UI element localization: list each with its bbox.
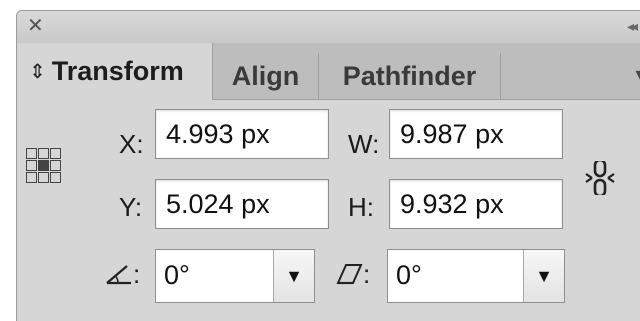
tab-expand-icon: ⇕ — [29, 60, 46, 83]
ref-point-bc[interactable] — [38, 172, 49, 183]
ref-point-br[interactable] — [50, 172, 61, 183]
rotate-dropdown[interactable]: 0° ▼ — [155, 249, 315, 303]
panel-titlebar: ✕ ◂◂ — [17, 11, 640, 44]
y-label: Y: — [119, 192, 143, 222]
tab-transform[interactable]: ⇕ Transform — [17, 43, 213, 100]
tab-align-label: Align — [231, 60, 300, 91]
ref-point-tc[interactable] — [38, 148, 49, 159]
reference-point-icon[interactable] — [26, 148, 84, 206]
x-field[interactable]: 4.993 px — [155, 109, 329, 159]
close-icon[interactable]: ✕ — [27, 15, 44, 37]
shear-angle-icon — [336, 264, 363, 285]
panel-menu-icon[interactable]: ▾≡ — [635, 65, 640, 83]
constrain-proportions-link-icon[interactable] — [585, 161, 615, 195]
ref-point-tl[interactable] — [26, 148, 37, 159]
w-label: W: — [348, 129, 380, 159]
tab-bar: ⇕ Transform Align Pathfinder ▾≡ — [17, 43, 640, 100]
w-field[interactable]: 9.987 px — [389, 109, 563, 159]
chevron-down-icon[interactable]: ▼ — [523, 250, 564, 302]
h-label: H: — [348, 192, 374, 222]
shear-label: : — [363, 259, 371, 289]
ref-point-bl[interactable] — [26, 172, 37, 183]
shear-dropdown[interactable]: 0° ▼ — [387, 249, 565, 303]
rotate-label: : — [133, 259, 141, 289]
ref-point-mr[interactable] — [50, 160, 61, 171]
collapse-icon[interactable]: ◂◂ — [627, 18, 638, 34]
ref-point-mc[interactable] — [38, 160, 49, 171]
tab-pathfinder[interactable]: Pathfinder — [319, 53, 501, 99]
ref-point-tr[interactable] — [50, 148, 61, 159]
rotate-angle-icon — [106, 265, 131, 285]
y-field[interactable]: 5.024 px — [155, 179, 329, 229]
x-label: X: — [119, 129, 144, 159]
chevron-down-icon[interactable]: ▼ — [273, 250, 314, 302]
shear-value[interactable]: 0° — [396, 260, 422, 291]
transform-panel: ✕ ◂◂ ⇕ Transform Align Pathfinder ▾≡ X: … — [16, 10, 640, 321]
tab-pathfinder-label: Pathfinder — [342, 60, 477, 91]
rotate-value[interactable]: 0° — [164, 260, 190, 291]
tab-transform-label: Transform — [51, 56, 184, 86]
ref-point-ml[interactable] — [26, 160, 37, 171]
tab-align[interactable]: Align — [213, 53, 319, 99]
h-field[interactable]: 9.932 px — [389, 179, 563, 229]
